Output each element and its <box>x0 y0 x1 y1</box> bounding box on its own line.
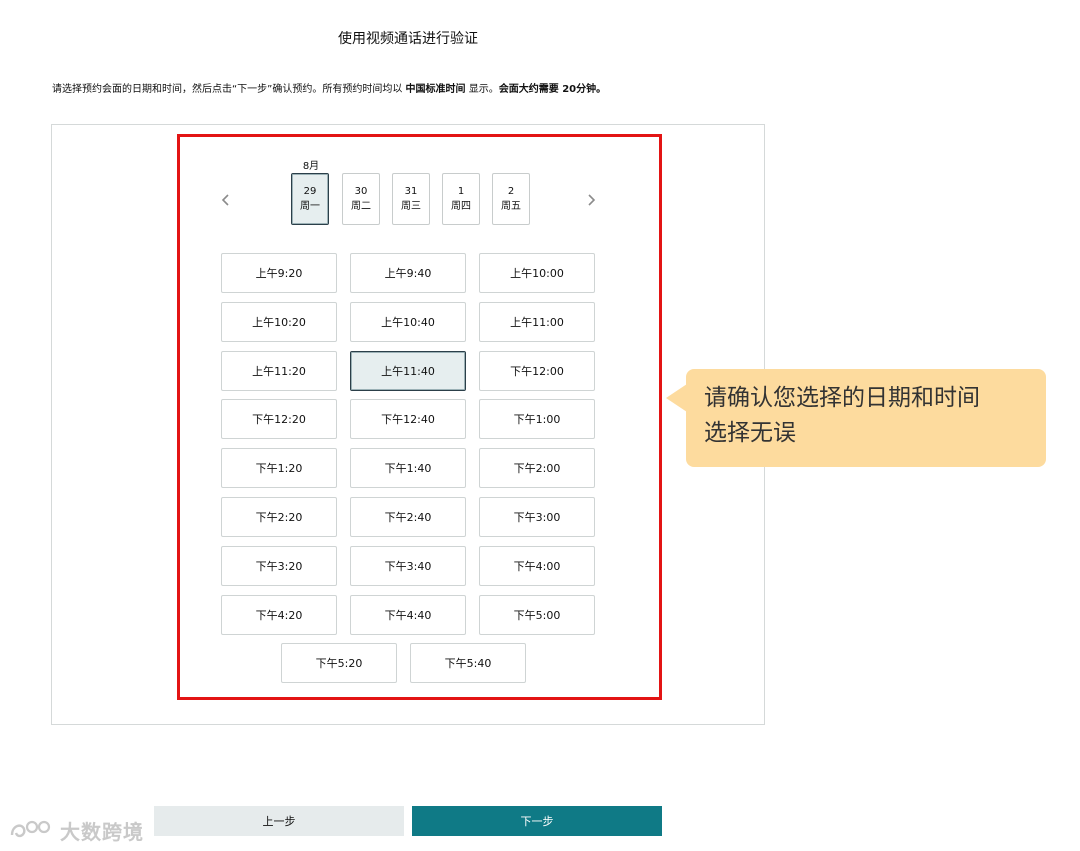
instructions-timezone: 中国标准时间 <box>405 84 466 95</box>
watermark-text: 大数跨境 <box>60 819 144 844</box>
instructions-text-2: 显示。 <box>465 84 499 95</box>
instructions-duration: 会面大约需要 20分钟。 <box>498 84 607 95</box>
callout-line-2: 选择无误 <box>704 420 796 446</box>
page-title: 使用视频通话进行验证 <box>338 31 478 47</box>
back-button[interactable]: 上一步 <box>154 806 404 836</box>
next-button[interactable]: 下一步 <box>412 806 662 836</box>
instructions-text: 请选择预约会面的日期和时间，然后点击“下一步”确认预约。所有预约时间均以 <box>52 84 406 95</box>
callout: 请确认您选择的日期和时间 选择无误 <box>686 369 1046 467</box>
callout-line-1: 请确认您选择的日期和时间 <box>704 385 980 411</box>
highlight-box <box>177 134 662 700</box>
watermark: 大数跨境 <box>8 815 144 845</box>
callout-tail <box>666 384 687 412</box>
instructions: 请选择预约会面的日期和时间，然后点击“下一步”确认预约。所有预约时间均以 中国标… <box>52 80 792 95</box>
logo-icon <box>10 820 51 838</box>
